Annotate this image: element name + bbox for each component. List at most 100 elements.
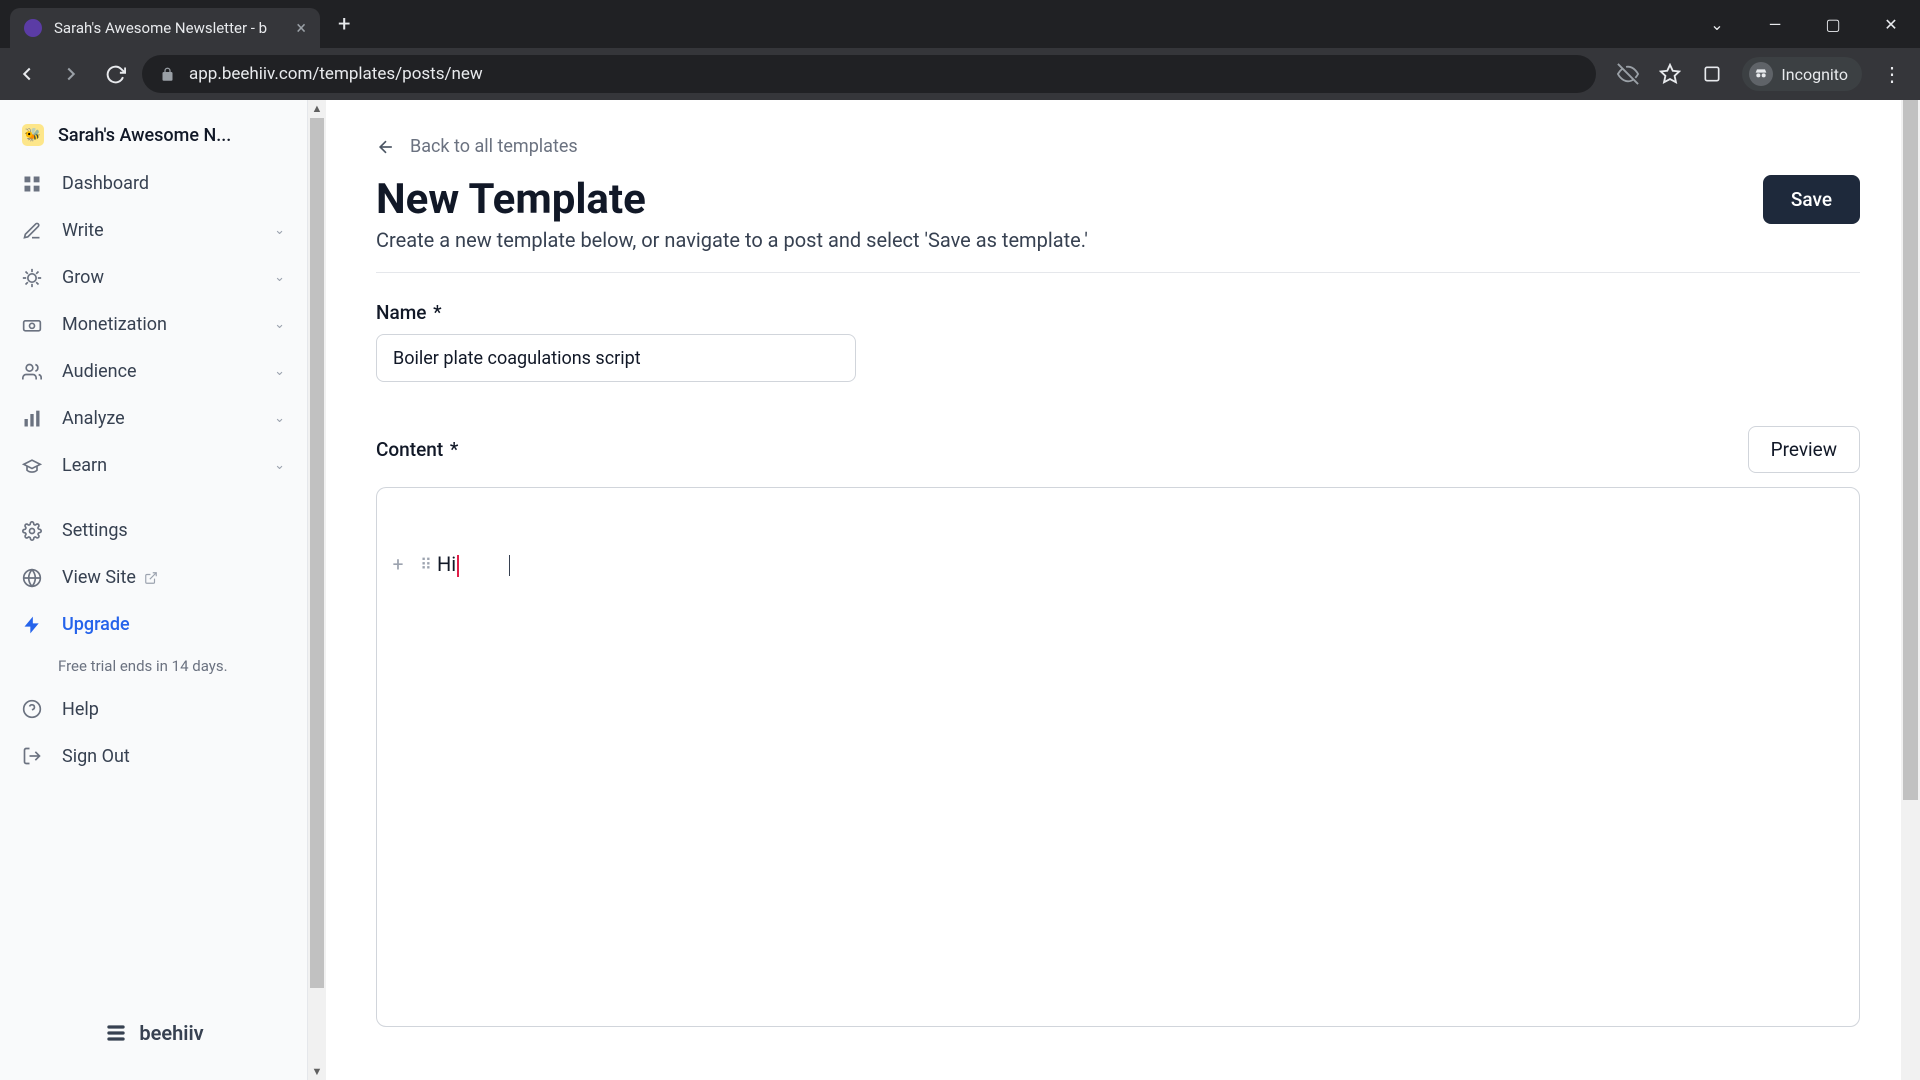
incognito-badge[interactable]: Incognito: [1742, 57, 1862, 91]
sidebar-item-label: Write: [62, 220, 104, 241]
sidebar-item-label: Audience: [62, 361, 137, 382]
chevron-down-icon: ⌄: [274, 223, 285, 238]
sidebar-item-label: Monetization: [62, 314, 167, 335]
close-window-button[interactable]: ✕: [1862, 5, 1920, 43]
sidebar-item-label: Grow: [62, 267, 104, 288]
chevron-down-icon: ⌄: [274, 411, 285, 426]
chevron-down-icon: ⌄: [274, 364, 285, 379]
page-subtitle: Create a new template below, or navigate…: [376, 228, 1088, 252]
brand-label: beehiiv: [139, 1021, 203, 1045]
main-content: Back to all templates New Template Creat…: [326, 100, 1920, 1080]
extensions-icon[interactable]: [1700, 62, 1724, 86]
workspace-icon: 🐝: [22, 124, 44, 146]
name-field-label: Name *: [376, 301, 1860, 324]
browser-toolbar: app.beehiiv.com/templates/posts/new Inco…: [0, 48, 1920, 100]
sidebar-item-help[interactable]: Help: [0, 686, 307, 733]
browser-titlebar: Sarah's Awesome Newsletter - b × + ⌄ — ▢…: [0, 0, 1920, 48]
sidebar-item-label: Settings: [62, 520, 128, 541]
sidebar-item-label: Sign Out: [62, 746, 130, 767]
window-controls: ⌄ — ▢ ✕: [1688, 5, 1920, 43]
sidebar-item-view-site[interactable]: View Site: [0, 554, 307, 601]
audience-icon: [22, 362, 44, 382]
editor-text[interactable]: Hi: [437, 552, 510, 577]
content-field-label: Content *: [376, 438, 458, 461]
signout-icon: [22, 746, 44, 766]
forward-button[interactable]: [54, 57, 88, 91]
sidebar-item-monetization[interactable]: Monetization ⌄: [0, 301, 307, 348]
sidebar-item-settings[interactable]: Settings: [0, 507, 307, 554]
sidebar-item-grow[interactable]: Grow ⌄: [0, 254, 307, 301]
url-text: app.beehiiv.com/templates/posts/new: [189, 64, 483, 84]
address-bar[interactable]: app.beehiiv.com/templates/posts/new: [142, 55, 1596, 93]
incognito-label: Incognito: [1781, 65, 1848, 84]
tab-favicon: [24, 19, 42, 37]
sidebar-item-analyze[interactable]: Analyze ⌄: [0, 395, 307, 442]
content-editor[interactable]: + ⠿ Hi: [376, 487, 1860, 1027]
sidebar-item-write[interactable]: Write ⌄: [0, 207, 307, 254]
scroll-down-icon[interactable]: ▼: [312, 1063, 323, 1080]
sidebar-item-label: Analyze: [62, 408, 125, 429]
sidebar-item-label: View Site: [62, 567, 136, 588]
sidebar-item-label: Help: [62, 699, 99, 720]
gear-icon: [22, 521, 44, 541]
maximize-button[interactable]: ▢: [1804, 5, 1862, 43]
page-title: New Template: [376, 175, 1088, 224]
menu-icon[interactable]: ⋮: [1880, 62, 1904, 86]
secondary-cursor: [509, 555, 510, 576]
learn-icon: [22, 456, 44, 476]
bolt-icon: [22, 615, 44, 635]
dashboard-icon: [22, 174, 44, 194]
back-to-templates-link[interactable]: Back to all templates: [376, 136, 1860, 157]
scrollbar-thumb[interactable]: [310, 118, 324, 988]
globe-icon: [22, 568, 44, 588]
external-link-icon: [144, 571, 158, 585]
save-button[interactable]: Save: [1763, 175, 1860, 224]
write-icon: [22, 221, 44, 241]
chevron-down-icon: ⌄: [274, 270, 285, 285]
sidebar-scrollbar[interactable]: ▲ ▼: [308, 100, 326, 1080]
sidebar: 🐝 Sarah's Awesome N... Dashboard Write ⌄…: [0, 100, 308, 1080]
template-name-input[interactable]: [376, 334, 856, 382]
sidebar-item-audience[interactable]: Audience ⌄: [0, 348, 307, 395]
divider: [376, 272, 1860, 273]
tab-search-icon[interactable]: ⌄: [1688, 5, 1746, 43]
drag-handle-icon[interactable]: ⠿: [411, 555, 437, 574]
page-scrollbar-thumb[interactable]: [1903, 100, 1918, 800]
trial-notice: Free trial ends in 14 days.: [0, 648, 307, 686]
new-tab-button[interactable]: +: [338, 12, 350, 37]
back-button[interactable]: [10, 57, 44, 91]
browser-tab[interactable]: Sarah's Awesome Newsletter - b ×: [10, 8, 320, 48]
brand-footer[interactable]: beehiiv: [0, 992, 307, 1080]
workspace-selector[interactable]: 🐝 Sarah's Awesome N...: [0, 110, 307, 160]
minimize-button[interactable]: —: [1746, 5, 1804, 43]
monetization-icon: [22, 315, 44, 335]
preview-button[interactable]: Preview: [1748, 426, 1860, 473]
eyeoff-icon[interactable]: [1616, 62, 1640, 86]
text-caret: [457, 555, 459, 577]
scroll-up-icon[interactable]: ▲: [312, 100, 323, 117]
help-icon: [22, 699, 44, 719]
analyze-icon: [22, 409, 44, 429]
page-scrollbar[interactable]: [1901, 100, 1920, 1080]
lock-icon: [160, 67, 175, 82]
add-block-icon[interactable]: +: [385, 553, 411, 576]
sidebar-item-dashboard[interactable]: Dashboard: [0, 160, 307, 207]
sidebar-item-label: Learn: [62, 455, 107, 476]
workspace-name: Sarah's Awesome N...: [58, 125, 231, 146]
grow-icon: [22, 268, 44, 288]
bookmark-icon[interactable]: [1658, 62, 1682, 86]
chevron-down-icon: ⌄: [274, 317, 285, 332]
back-link-label: Back to all templates: [410, 136, 578, 157]
sidebar-item-upgrade[interactable]: Upgrade: [0, 601, 307, 648]
arrow-left-icon: [376, 137, 396, 157]
chevron-down-icon: ⌄: [274, 458, 285, 473]
incognito-icon: [1749, 62, 1773, 86]
sidebar-item-label: Dashboard: [62, 173, 149, 194]
sidebar-item-learn[interactable]: Learn ⌄: [0, 442, 307, 489]
close-icon[interactable]: ×: [296, 18, 306, 39]
sidebar-item-signout[interactable]: Sign Out: [0, 733, 307, 780]
beehiiv-icon: [103, 1020, 129, 1046]
sidebar-item-label: Upgrade: [62, 614, 130, 635]
tab-title: Sarah's Awesome Newsletter - b: [54, 19, 286, 37]
reload-button[interactable]: [98, 57, 132, 91]
